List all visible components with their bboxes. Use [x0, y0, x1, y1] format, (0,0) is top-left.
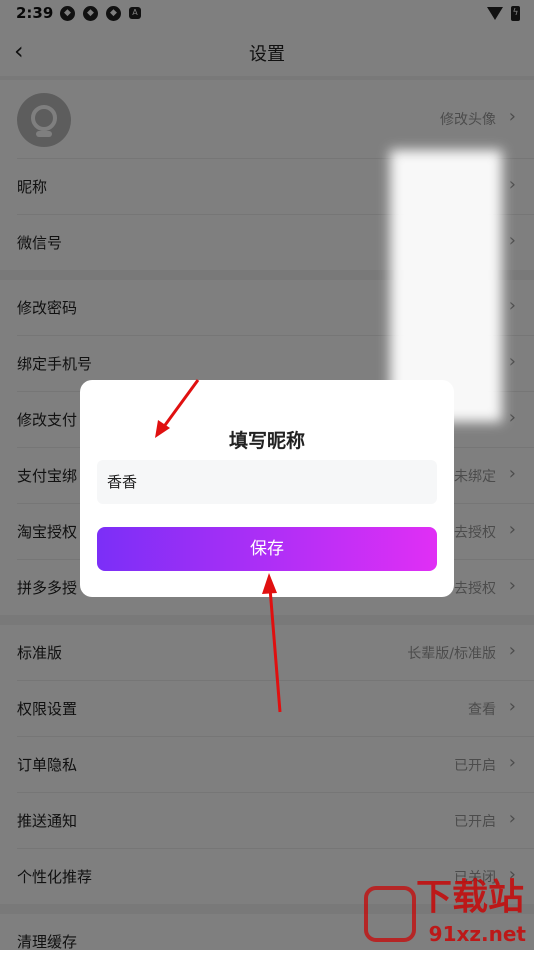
watermark-title: 下载站	[415, 877, 524, 918]
annotation-arrows	[155, 379, 282, 713]
arrow-to-title	[155, 379, 200, 438]
watermark-logo	[364, 886, 416, 942]
watermark: 下载站 91xz.net	[354, 877, 534, 950]
arrow-to-save	[262, 573, 282, 713]
watermark-url: 91xz.net	[428, 922, 526, 946]
